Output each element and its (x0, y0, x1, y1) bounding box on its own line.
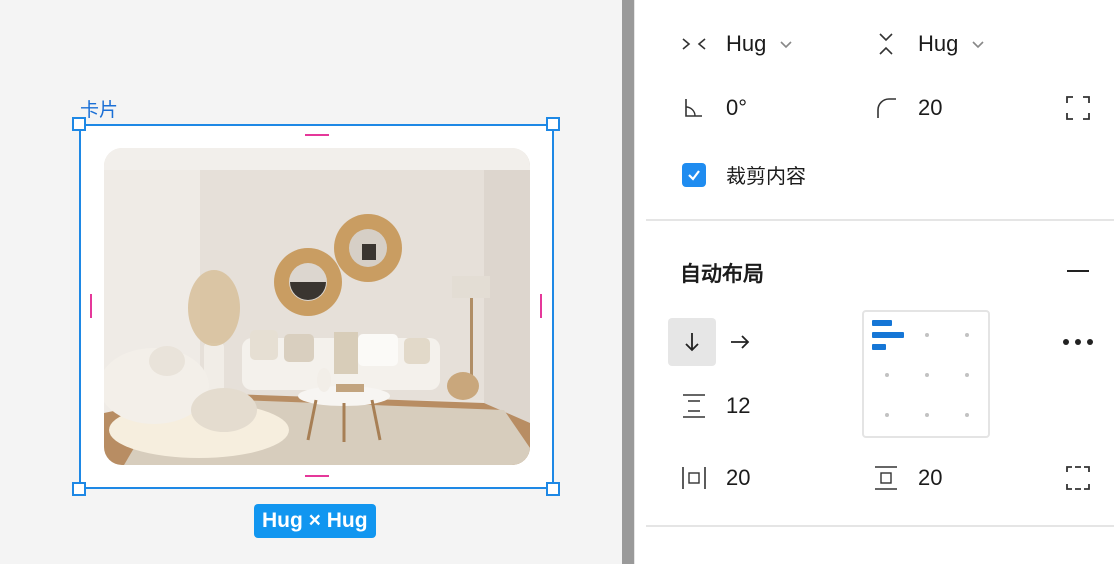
width-control[interactable]: Hug (680, 30, 796, 58)
panel-divider[interactable] (622, 0, 634, 564)
padding-marker-left[interactable] (90, 294, 92, 318)
vertical-padding-field[interactable]: 20 (872, 464, 942, 492)
alignment-bar (872, 332, 904, 338)
alignment-bar (872, 320, 892, 326)
align-dot-middle-left[interactable] (885, 373, 889, 377)
align-dot-top-right[interactable] (965, 333, 969, 337)
alignment-grid[interactable] (862, 310, 990, 438)
checkmark-icon (688, 169, 700, 181)
horizontal-padding-value: 20 (726, 465, 751, 490)
clip-content-option[interactable]: 裁剪内容 (682, 160, 806, 189)
more-options-icon[interactable] (1060, 330, 1096, 354)
resize-handle-bottom-left[interactable] (72, 482, 86, 496)
align-dot-middle-right[interactable] (965, 373, 969, 377)
remove-auto-layout-icon[interactable] (1066, 260, 1090, 284)
living-room-illustration (104, 148, 530, 465)
horizontal-padding-icon (682, 467, 706, 489)
hug-horizontal-icon (682, 38, 706, 50)
alignment-bar (872, 344, 886, 350)
arrow-right-icon (731, 335, 750, 349)
align-dot-center[interactable] (925, 373, 929, 377)
vertical-spacing-icon (683, 394, 705, 418)
section-divider (646, 525, 1114, 527)
resize-handle-top-right[interactable] (546, 117, 560, 131)
width-mode-value: Hug (726, 31, 767, 56)
clip-content-label: 裁剪内容 (726, 164, 806, 188)
height-mode-value: Hug (918, 31, 959, 56)
align-dot-bottom-right[interactable] (965, 413, 969, 417)
rotation-field[interactable]: 0° (680, 94, 747, 122)
resize-handle-bottom-right[interactable] (546, 482, 560, 496)
height-control[interactable]: Hug (872, 30, 988, 58)
align-dot-bottom-center[interactable] (925, 413, 929, 417)
hug-vertical-icon (879, 33, 893, 55)
section-divider (646, 219, 1114, 221)
individual-padding-icon[interactable] (1064, 464, 1092, 492)
horizontal-padding-field[interactable]: 20 (680, 464, 750, 492)
vertical-padding-icon (875, 466, 897, 490)
padding-marker-bottom[interactable] (305, 475, 329, 477)
rotation-value: 0° (726, 95, 748, 120)
arrow-down-icon (685, 333, 699, 352)
resize-handle-top-left[interactable] (72, 117, 86, 131)
corner-radius-field[interactable]: 20 (872, 94, 942, 122)
corner-radius-icon (877, 98, 896, 118)
padding-marker-right[interactable] (540, 294, 542, 318)
direction-vertical-button[interactable] (668, 318, 716, 366)
gap-field[interactable]: 12 (680, 392, 750, 420)
size-badge: Hug × Hug (254, 504, 376, 538)
corner-radius-value: 20 (918, 95, 943, 120)
gap-value: 12 (726, 393, 751, 418)
auto-layout-title: 自动布局 (680, 262, 764, 286)
independent-corners-icon[interactable] (1064, 94, 1092, 122)
rotation-angle-icon (685, 99, 702, 117)
chevron-down-icon (972, 41, 984, 49)
vertical-padding-value: 20 (918, 465, 943, 490)
direction-horizontal-button[interactable] (716, 318, 764, 366)
clip-content-checkbox[interactable] (682, 162, 706, 187)
padding-marker-top[interactable] (305, 134, 329, 136)
chevron-down-icon (780, 41, 792, 49)
living-room-image[interactable] (104, 148, 530, 465)
align-dot-top-center[interactable] (925, 333, 929, 337)
align-dot-bottom-left[interactable] (885, 413, 889, 417)
